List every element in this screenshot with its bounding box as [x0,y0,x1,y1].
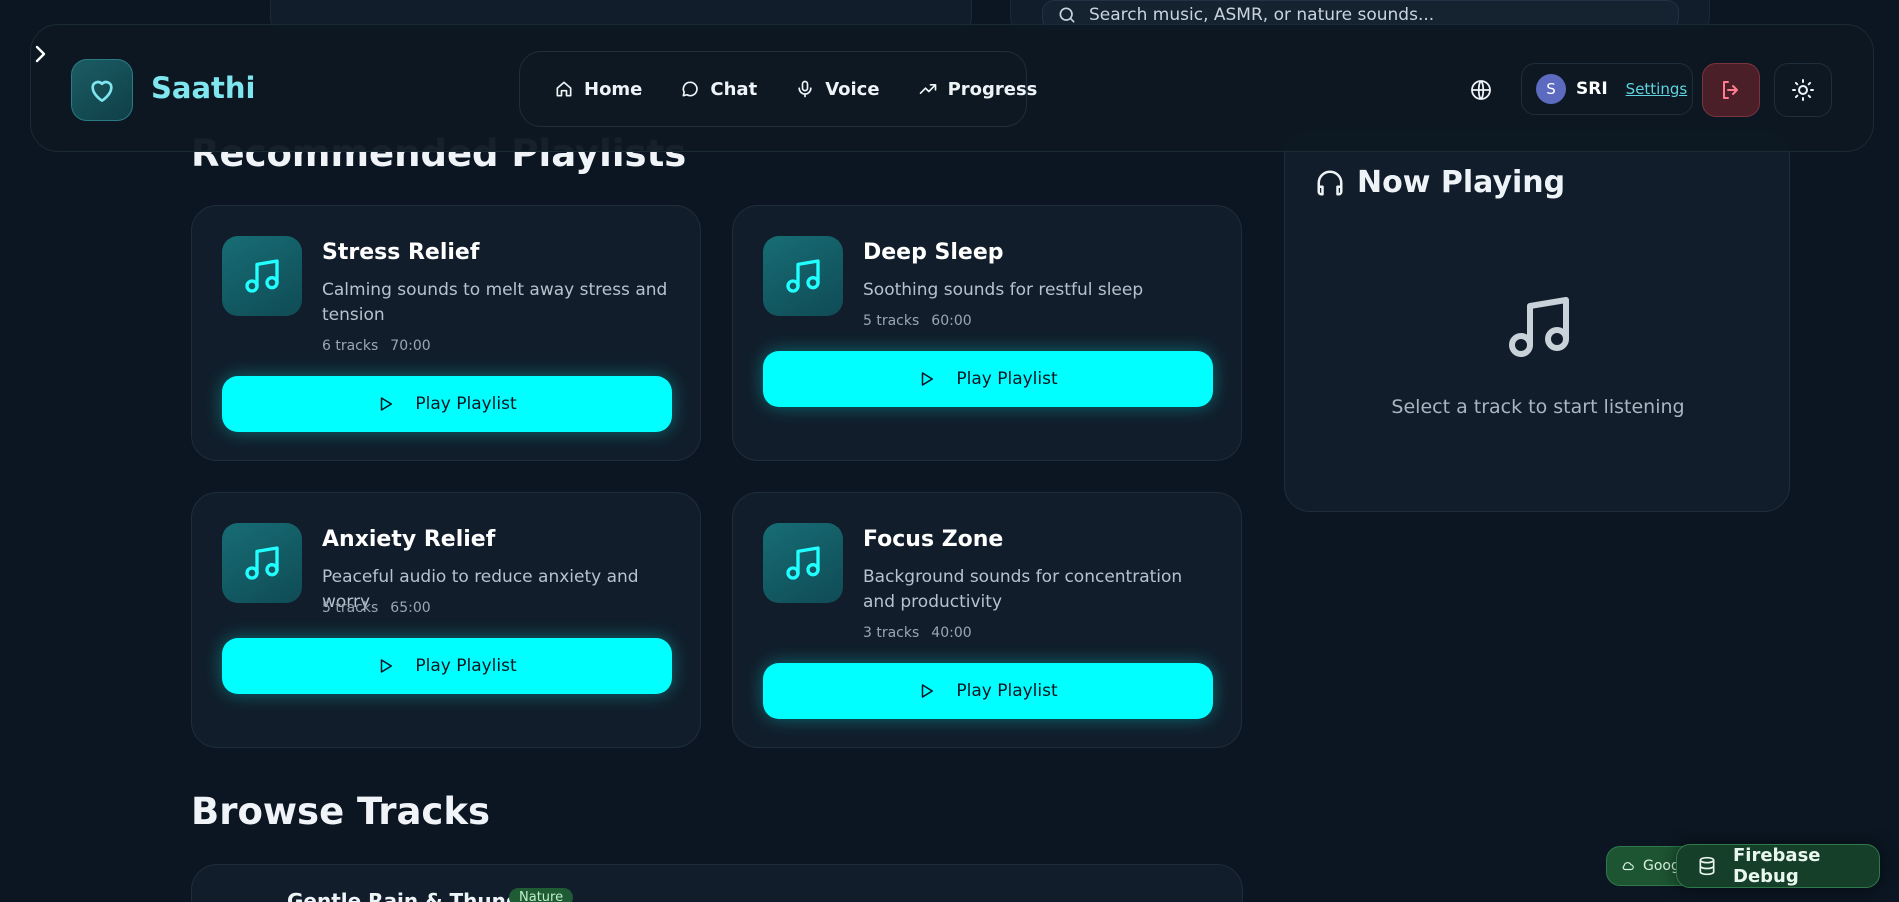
nav-voice[interactable]: Voice [795,78,880,100]
playlist-card: Stress Relief Calming sounds to melt awa… [191,205,701,461]
chevron-right-icon [32,44,48,64]
language-button[interactable] [1469,78,1493,102]
play-playlist-label: Play Playlist [956,681,1058,701]
user-menu: S SRI Settings [1521,63,1693,115]
logo[interactable] [71,59,133,121]
play-playlist-label: Play Playlist [956,369,1058,389]
play-playlist-button[interactable]: Play Playlist [222,638,672,694]
trending-up-icon [918,79,938,99]
music-note-icon [763,236,843,316]
playlist-duration: 40:00 [931,625,972,641]
playlist-duration: 60:00 [931,313,972,329]
avatar[interactable]: S [1536,74,1566,104]
section-title-browse: Browse Tracks [191,790,490,833]
playlist-card: Deep Sleep Soothing sounds for restful s… [732,205,1242,461]
mic-icon [795,79,815,99]
now-playing-header: Now Playing [1315,165,1565,200]
theme-toggle-button[interactable] [1774,63,1832,117]
nav-voice-label: Voice [825,78,880,100]
brand-name[interactable]: Saathi [151,71,255,105]
playlist-meta: 5 tracks 65:00 [322,600,431,616]
chat-bubble-icon [680,79,700,99]
settings-link[interactable]: Settings [1626,80,1688,98]
play-icon [377,657,395,675]
logout-button[interactable] [1702,63,1760,117]
playlist-meta: 6 tracks 70:00 [322,338,431,354]
search-input[interactable] [1089,5,1629,25]
play-icon [918,370,936,388]
music-note-icon [1503,291,1575,363]
play-playlist-button[interactable]: Play Playlist [763,663,1213,719]
firebase-debug-button[interactable]: Firebase Debug [1676,844,1880,888]
music-note-icon [763,523,843,603]
home-icon [554,79,574,99]
sun-icon [1791,78,1815,102]
nav-home[interactable]: Home [554,79,642,100]
playlist-description: Soothing sounds for restful sleep [863,280,1144,300]
nav-home-label: Home [584,78,643,100]
track-title: Gentle Rain & Thunder [287,889,544,902]
playlist-title: Focus Zone [863,527,1004,552]
category-badge: Nature [509,888,574,902]
google-debug-label: Goog [1643,858,1680,874]
playlist-description: Calming sounds to melt away stress and t… [322,280,668,325]
music-note-icon [222,523,302,603]
playlist-duration: 65:00 [390,600,431,616]
heart-icon [86,74,118,106]
playlist-description: Background sounds for concentration and … [863,567,1183,612]
play-playlist-button[interactable]: Play Playlist [222,376,672,432]
play-icon [918,682,936,700]
cloud-icon [1621,859,1635,873]
playlist-meta: 5 tracks 60:00 [863,313,972,329]
track-count: 3 tracks [863,625,920,641]
playlist-duration: 70:00 [390,338,431,354]
database-icon [1697,856,1717,876]
headphones-icon [1315,168,1345,198]
playlist-card: Anxiety Relief Peaceful audio to reduce … [191,492,701,748]
nav-chat-label: Chat [710,78,758,100]
now-playing-panel: Now Playing Select a track to start list… [1284,130,1790,512]
logout-icon [1719,78,1743,102]
music-note-icon [222,236,302,316]
playlist-title: Anxiety Relief [322,527,496,552]
play-icon [377,395,395,413]
play-playlist-label: Play Playlist [415,656,517,676]
nav-chat[interactable]: Chat [680,79,757,100]
globe-icon [1469,78,1493,102]
playlist-title: Deep Sleep [863,240,1004,265]
nav-links: Home Chat Voice Progress [519,51,1037,127]
now-playing-title: Now Playing [1357,165,1566,200]
firebase-debug-label: Firebase Debug [1733,845,1821,887]
track-count: 6 tracks [322,338,379,354]
playlist-card: Focus Zone Background sounds for concent… [732,492,1242,748]
nav-progress[interactable]: Progress [918,78,1038,100]
play-playlist-label: Play Playlist [415,394,517,414]
user-name: SRI [1576,79,1608,99]
nav-progress-label: Progress [947,78,1038,100]
sidebar-toggle-button[interactable] [28,40,52,68]
top-navigation: Saathi Home Chat Voice Progress S SRI Se… [30,24,1874,152]
play-playlist-button[interactable]: Play Playlist [763,351,1213,407]
track-count: 5 tracks [863,313,920,329]
now-playing-empty-message: Select a track to start listening [1391,396,1685,418]
playlist-title: Stress Relief [322,240,480,265]
search-icon [1057,5,1077,25]
track-card[interactable]: Gentle Rain & Thunder Nature [191,864,1243,902]
playlist-meta: 3 tracks 40:00 [863,625,972,641]
track-count: 5 tracks [322,600,379,616]
